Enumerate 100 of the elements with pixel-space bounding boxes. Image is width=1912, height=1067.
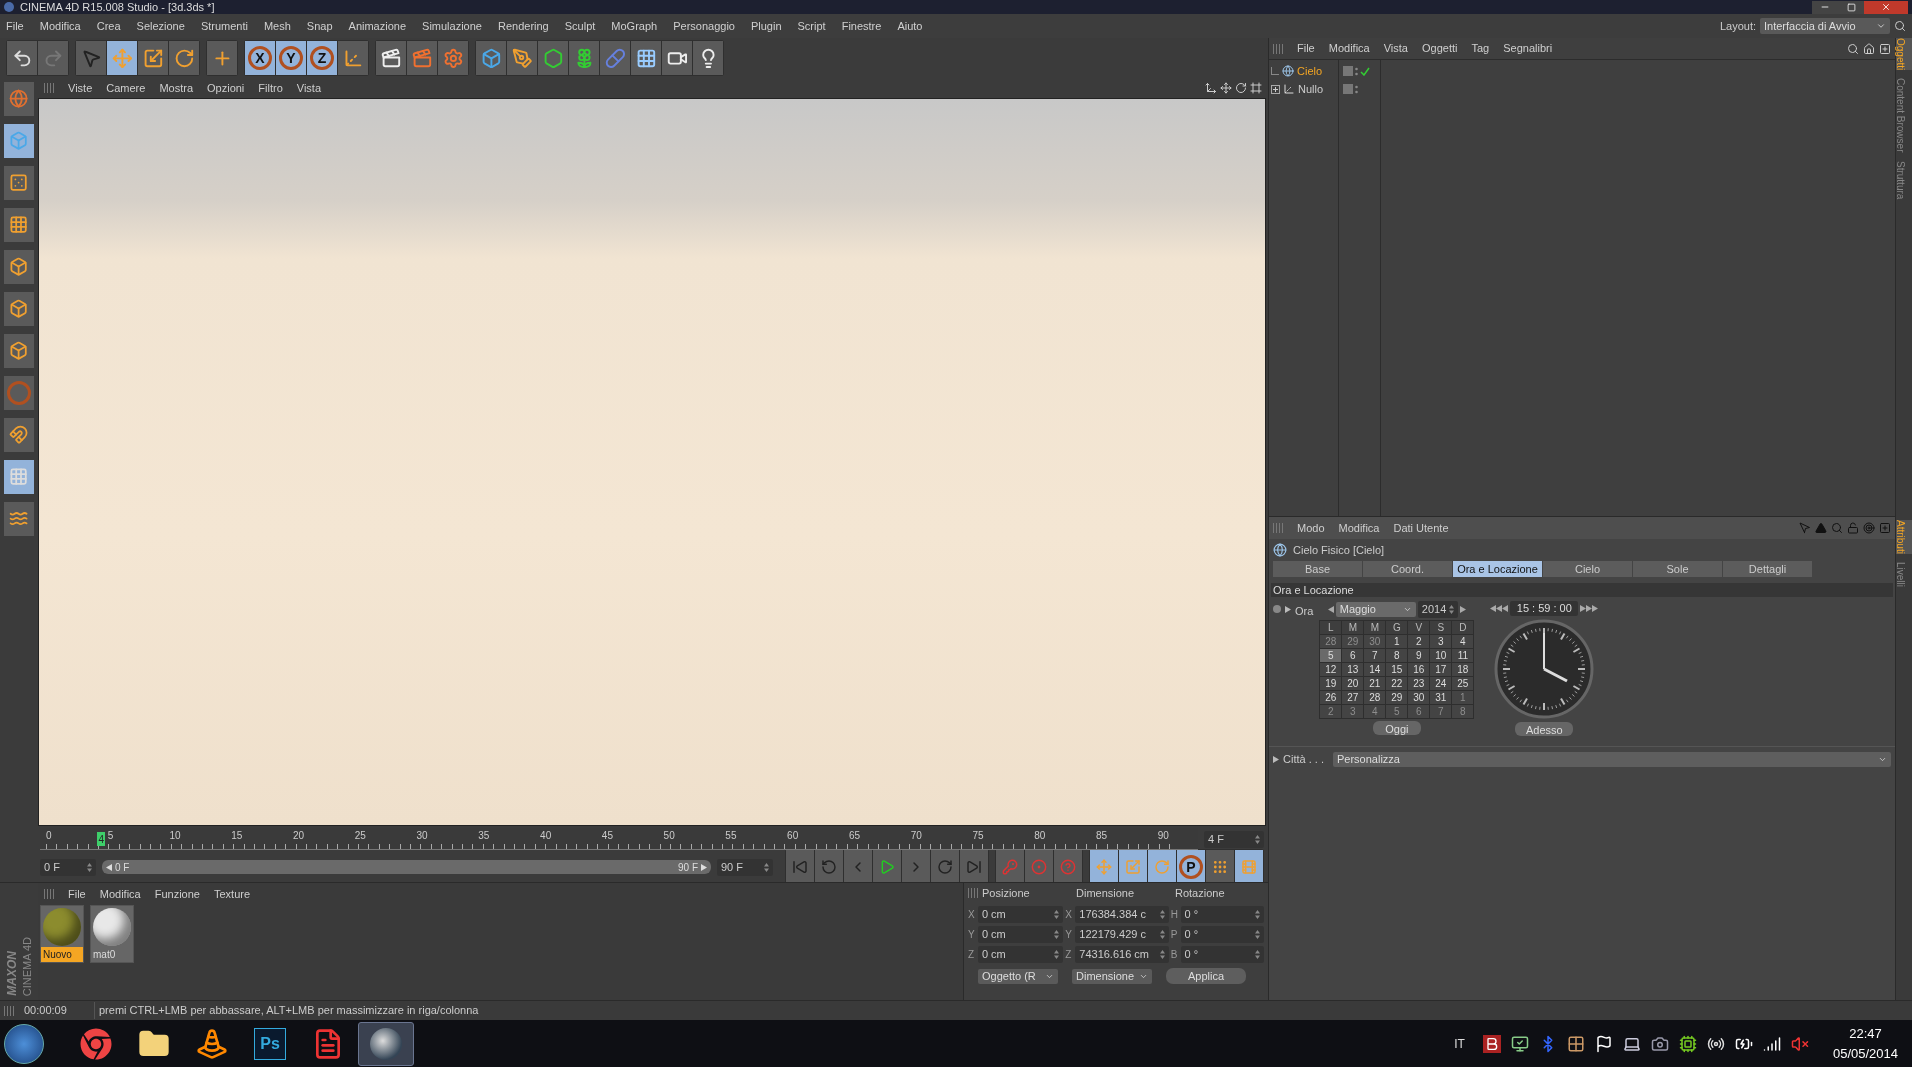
material-swatch[interactable]: Nuovo: [40, 905, 84, 963]
menu-item[interactable]: Texture: [213, 885, 251, 903]
taskbar-app-button[interactable]: Ps: [242, 1021, 298, 1066]
menu-item[interactable]: Opzioni: [207, 79, 245, 97]
search-icon[interactable]: [1894, 20, 1906, 32]
spinner-arrows-icon[interactable]: [1159, 910, 1165, 919]
layout-dropdown[interactable]: Interfaccia di Avvio: [1760, 18, 1890, 34]
dice-button[interactable]: [4, 166, 34, 200]
menu-item[interactable]: Modifica: [1338, 519, 1380, 537]
calendar-day[interactable]: 27: [1342, 691, 1364, 704]
spinner-arrows-icon[interactable]: [1255, 910, 1260, 919]
position-field[interactable]: 0 cm: [977, 906, 1064, 923]
spinner-arrows-icon[interactable]: [1255, 930, 1260, 939]
play-button[interactable]: [873, 850, 901, 884]
menu-item[interactable]: Aiuto: [897, 17, 923, 35]
calendar-day[interactable]: 29: [1386, 691, 1408, 704]
monitor-check-icon[interactable]: [1510, 1034, 1529, 1053]
visibility-dots-icon[interactable]: [1355, 66, 1358, 76]
attribute-tab[interactable]: Dettagli: [1723, 561, 1812, 577]
axis-toggle-button[interactable]: Y: [276, 41, 306, 75]
spinner-arrows-icon[interactable]: [1159, 950, 1165, 959]
capsule-button[interactable]: [600, 41, 630, 75]
frame-field[interactable]: 4 F: [1204, 830, 1264, 848]
menu-item[interactable]: Animazione: [348, 17, 407, 35]
next-month-icon[interactable]: [1459, 606, 1466, 613]
muted-speaker-icon[interactable]: [1790, 1034, 1809, 1053]
search-icon[interactable]: [1847, 42, 1859, 55]
spinner-arrows-icon[interactable]: [1159, 930, 1165, 939]
calendar-day[interactable]: 19: [1320, 677, 1342, 690]
question-button[interactable]: [1054, 850, 1082, 884]
calendar-day[interactable]: 14: [1364, 663, 1386, 676]
pen-button[interactable]: [507, 41, 537, 75]
menu-item[interactable]: File: [1297, 40, 1315, 57]
skip-back-button[interactable]: [786, 850, 814, 884]
menu-item[interactable]: Modifica: [39, 17, 81, 35]
pan-icon[interactable]: [1205, 82, 1217, 94]
calendar-day[interactable]: 6: [1342, 649, 1364, 662]
menu-item[interactable]: Mesh: [263, 17, 291, 35]
menu-item[interactable]: Sculpt: [564, 17, 596, 35]
film-strip-button[interactable]: [1235, 850, 1263, 884]
forward-key-button[interactable]: [931, 850, 959, 884]
menu-item[interactable]: Crea: [96, 17, 121, 35]
rotation-field[interactable]: 0 °: [1180, 926, 1264, 943]
menu-item[interactable]: Camere: [106, 79, 146, 97]
calendar-day[interactable]: 30: [1408, 691, 1430, 704]
today-button[interactable]: Oggi: [1372, 721, 1421, 735]
rewind-key-button[interactable]: [815, 850, 843, 884]
spinner-arrows-icon[interactable]: [1255, 834, 1260, 844]
spinner-arrows-icon[interactable]: [764, 862, 769, 872]
size-mode-dropdown[interactable]: Dimensione: [1072, 968, 1152, 984]
dots-grid-button[interactable]: [1206, 850, 1234, 884]
calendar-day[interactable]: 20: [1342, 677, 1364, 690]
menu-item[interactable]: Personaggio: [673, 17, 735, 35]
size-field[interactable]: 176384.384 c: [1075, 906, 1169, 923]
calendar-day[interactable]: 23: [1408, 677, 1430, 690]
gear-button[interactable]: [438, 41, 468, 75]
scale-button[interactable]: [1119, 850, 1147, 884]
apply-button[interactable]: Applica: [1166, 968, 1246, 984]
menu-item[interactable]: Viste: [68, 79, 93, 97]
menu-item[interactable]: Finestre: [841, 17, 882, 35]
calendar-day[interactable]: 22: [1386, 677, 1408, 690]
plus-button[interactable]: [207, 41, 237, 75]
menu-item[interactable]: Selezione: [136, 17, 185, 35]
spinner-arrows-icon[interactable]: [1054, 950, 1060, 959]
range-start-handle-icon[interactable]: [106, 863, 112, 871]
menu-item[interactable]: Plugin: [750, 17, 782, 35]
calendar-day[interactable]: 1: [1386, 635, 1408, 648]
attribute-tab[interactable]: Sole: [1633, 561, 1722, 577]
attribute-tab[interactable]: Base: [1273, 561, 1362, 577]
webcam-icon[interactable]: [1650, 1034, 1669, 1053]
up-arrow-icon[interactable]: [1815, 522, 1827, 534]
close-button[interactable]: [1864, 0, 1908, 14]
menu-item[interactable]: Mostra: [159, 79, 193, 97]
calendar-day[interactable]: 24: [1430, 677, 1452, 690]
menu-item[interactable]: Tag: [1471, 40, 1490, 57]
menu-item[interactable]: Simulazione: [422, 17, 482, 35]
menu-item[interactable]: File: [6, 17, 24, 35]
skip-forward-button[interactable]: [960, 850, 988, 884]
calendar-day[interactable]: 21: [1364, 677, 1386, 690]
expand-plus-icon[interactable]: [1271, 84, 1280, 94]
calendar-day[interactable]: 9: [1408, 649, 1430, 662]
expand-arrow-icon[interactable]: [1285, 606, 1291, 613]
calendar-day[interactable]: 2: [1408, 635, 1430, 648]
move-arrows-button[interactable]: [1090, 850, 1118, 884]
calendar-day[interactable]: 16: [1408, 663, 1430, 676]
attribute-tab[interactable]: Cielo: [1543, 561, 1632, 577]
spinner-arrows-icon[interactable]: [1054, 930, 1060, 939]
menu-item[interactable]: Vista: [296, 79, 322, 97]
size-field[interactable]: 122179.429 c: [1075, 926, 1169, 943]
spinner-arrows-icon[interactable]: [1448, 605, 1454, 614]
maximize-view-icon[interactable]: [1250, 82, 1262, 94]
calendar-day[interactable]: 11: [1452, 649, 1474, 662]
cube-button[interactable]: [476, 41, 506, 75]
cube-button[interactable]: [4, 292, 34, 326]
calendar-day[interactable]: 7: [1364, 649, 1386, 662]
taskbar-app-button[interactable]: [358, 1021, 414, 1066]
visibility-dots-icon[interactable]: [1355, 84, 1358, 94]
zoom-arrows-icon[interactable]: [1220, 82, 1232, 94]
calendar-day[interactable]: 15: [1386, 663, 1408, 676]
flower-button[interactable]: [569, 41, 599, 75]
